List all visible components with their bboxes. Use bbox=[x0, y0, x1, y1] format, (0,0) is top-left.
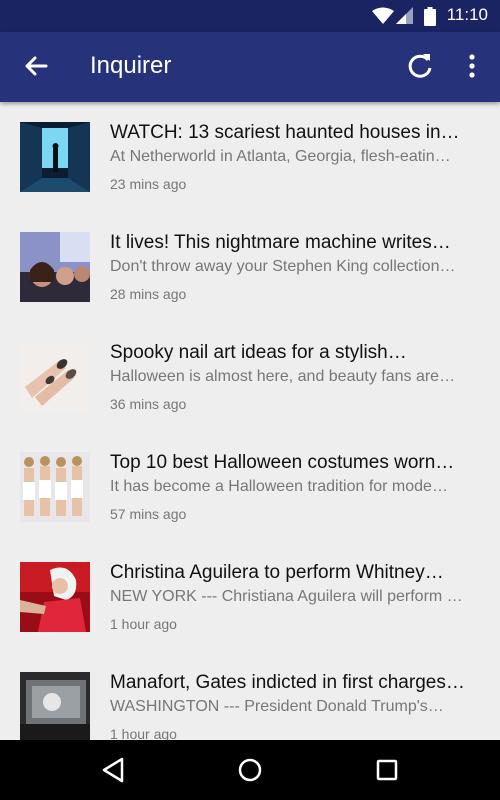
article-item[interactable]: Manafort, Gates indicted in first charge… bbox=[0, 652, 500, 740]
refresh-icon[interactable] bbox=[402, 48, 438, 84]
article-time: 36 mins ago bbox=[110, 396, 187, 412]
article-summary: It has become a Halloween tradition for … bbox=[110, 478, 448, 495]
more-options-icon[interactable] bbox=[456, 48, 488, 84]
article-title: WATCH: 13 scariest haunted houses in… bbox=[110, 122, 460, 143]
article-time: 23 mins ago bbox=[110, 176, 187, 192]
article-summary: Halloween is almost here, and beauty fan… bbox=[110, 368, 456, 385]
article-title: Christina Aguilera to perform Whitney… bbox=[110, 562, 444, 583]
battery-icon bbox=[424, 7, 436, 26]
article-title: Spooky nail art ideas for a stylish… bbox=[110, 342, 407, 363]
article-summary: At Netherworld in Atlanta, Georgia, fles… bbox=[110, 148, 451, 165]
status-time: 11:10 bbox=[446, 5, 488, 24]
article-title: It lives! This nightmare machine writes… bbox=[110, 232, 451, 253]
article-time: 57 mins ago bbox=[110, 506, 187, 522]
wifi-icon bbox=[372, 7, 394, 24]
article-time: 1 hour ago bbox=[110, 726, 177, 740]
article-time: 28 mins ago bbox=[110, 286, 187, 302]
status-bar: 11:10 bbox=[0, 0, 500, 32]
article-thumbnail bbox=[20, 562, 90, 632]
article-thumbnail bbox=[20, 452, 90, 522]
article-title: Manafort, Gates indicted in first charge… bbox=[110, 672, 465, 693]
article-summary: NEW YORK --- Christiana Aguilera will pe… bbox=[110, 588, 463, 605]
article-item[interactable]: Top 10 best Halloween costumes worn… It … bbox=[0, 432, 500, 542]
article-thumbnail bbox=[20, 342, 90, 412]
article-thumbnail bbox=[20, 672, 90, 740]
back-nav-icon[interactable] bbox=[100, 756, 126, 784]
navigation-bar bbox=[0, 740, 500, 800]
recents-nav-icon[interactable] bbox=[375, 756, 399, 784]
article-thumbnail bbox=[20, 232, 90, 302]
article-item[interactable]: Christina Aguilera to perform Whitney… N… bbox=[0, 542, 500, 652]
article-summary: Don't throw away your Stephen King colle… bbox=[110, 258, 456, 275]
article-title: Top 10 best Halloween costumes worn… bbox=[110, 452, 455, 473]
app-bar: Inquirer bbox=[0, 32, 500, 102]
app-title: Inquirer bbox=[90, 52, 172, 79]
cell-signal-icon bbox=[396, 7, 413, 24]
article-item[interactable]: Spooky nail art ideas for a stylish… Hal… bbox=[0, 322, 500, 432]
article-item[interactable]: WATCH: 13 scariest haunted houses in… At… bbox=[0, 102, 500, 212]
article-summary: WASHINGTON --- President Donald Trump's… bbox=[110, 698, 444, 715]
article-thumbnail bbox=[20, 122, 90, 192]
article-list: WATCH: 13 scariest haunted houses in… At… bbox=[0, 102, 500, 740]
article-time: 1 hour ago bbox=[110, 616, 177, 632]
back-arrow-icon[interactable] bbox=[18, 48, 54, 84]
article-item[interactable]: It lives! This nightmare machine writes…… bbox=[0, 212, 500, 322]
home-nav-icon[interactable] bbox=[237, 756, 263, 784]
